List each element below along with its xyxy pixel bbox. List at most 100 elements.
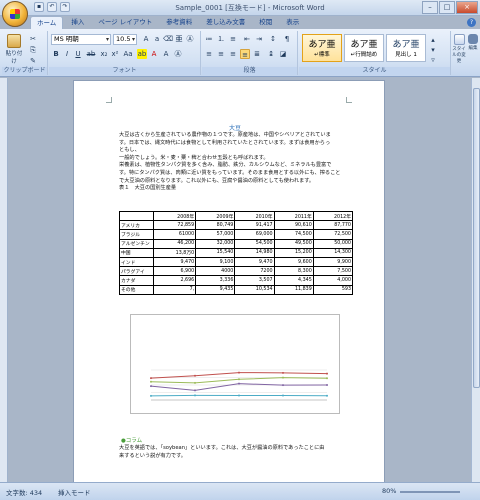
- style-normal[interactable]: あア亜 ↵標準: [302, 34, 342, 62]
- year-header: 2009年: [195, 210, 236, 222]
- tab-references[interactable]: 参考資料: [160, 16, 198, 29]
- char-border-icon[interactable]: Ⓐ: [173, 49, 183, 59]
- word-count[interactable]: 文字数: 434: [6, 487, 42, 497]
- clipboard-icon: [7, 34, 21, 48]
- maximize-icon[interactable]: □: [439, 1, 455, 14]
- char-shading-icon[interactable]: A: [161, 49, 171, 59]
- style-no-spacing-preview: あア亜: [350, 40, 378, 50]
- font-group-label: フォント: [49, 67, 200, 75]
- format-painter-icon[interactable]: ✎: [28, 56, 38, 66]
- tab-review[interactable]: 校閲: [253, 16, 278, 29]
- distribute-icon[interactable]: ≣: [252, 49, 262, 59]
- zoom-level[interactable]: 80%: [382, 487, 396, 495]
- tab-view[interactable]: 表示: [280, 16, 305, 29]
- font-name-combo[interactable]: MS 明朝: [51, 34, 111, 45]
- align-center-icon[interactable]: ≡: [216, 49, 226, 59]
- chart-point: [194, 374, 196, 377]
- show-marks-icon[interactable]: ¶: [282, 34, 292, 44]
- column-heading: ●コラム: [121, 438, 143, 444]
- save-icon[interactable]: ▪: [34, 2, 44, 12]
- tab-insert[interactable]: 挿入: [65, 16, 90, 29]
- change-case-icon[interactable]: Aa: [123, 49, 133, 59]
- year-header: 2012年: [312, 210, 354, 222]
- style-heading-1-name: 見出し 1: [395, 52, 417, 58]
- tab-home[interactable]: ホーム: [30, 16, 64, 29]
- redo-icon[interactable]: ↷: [60, 2, 70, 12]
- bold-icon[interactable]: B: [51, 49, 61, 59]
- production-table: 2008年 2009年 2010年 2011年 2012年 アメリカ 72,859…: [119, 210, 354, 295]
- zoom-slider[interactable]: [400, 491, 460, 493]
- tab-page-layout[interactable]: ページ レイアウト: [92, 16, 158, 29]
- minimize-icon[interactable]: –: [422, 1, 438, 14]
- table-cell: 46,200: [152, 238, 197, 249]
- table-cell: 593: [312, 284, 354, 295]
- highlight-icon[interactable]: ab: [137, 49, 147, 59]
- text-line: す。特にタンパク質は、肉類に近い質をもっています。そのまま食用とする以外にも、搾…: [119, 169, 341, 176]
- table-cell: 2,696: [152, 275, 197, 286]
- paragraph-group: ≔ ⒈ ≡ ⇤ ⇥ ↕ ¶ ≡ ≡ ≡ ≡ ≣ ↨ ◪ 段落: [202, 31, 298, 75]
- change-styles-button[interactable]: スタイルの変更: [452, 33, 466, 64]
- document-area: 大豆 大豆は古くから生産されている農作物の１つです。原産地は、中国やシベリアとさ…: [0, 78, 471, 482]
- style-normal-name: ↵標準: [314, 52, 330, 58]
- style-no-spacing[interactable]: あア亜 ↵行間詰め: [344, 34, 384, 62]
- table-cell: 3,507: [234, 275, 275, 286]
- font-size-combo[interactable]: 10.5: [113, 34, 137, 45]
- vertical-ruler: [0, 78, 8, 482]
- paste-button[interactable]: 貼り付け: [4, 33, 24, 65]
- style-heading-1[interactable]: あア亜 見出し 1: [386, 34, 426, 62]
- grow-font-icon[interactable]: A: [141, 34, 151, 44]
- styles-group: あア亜 ↵標準 あア亜 ↵行間詰め あア亜 見出し 1 ▴ ▾ ▿ スタイル: [299, 31, 451, 75]
- clear-format-icon[interactable]: ⌫: [163, 34, 173, 44]
- increase-indent-icon[interactable]: ⇥: [254, 34, 264, 44]
- line-spacing-icon[interactable]: ↨: [266, 49, 276, 59]
- superscript-icon[interactable]: x²: [110, 49, 120, 59]
- body-paragraph-1: 大豆は古くから生産されている農作物の１つです。原産地は、中国やシベリアとされてい…: [119, 132, 351, 193]
- subscript-icon[interactable]: x₂: [99, 49, 109, 59]
- enclosed-char-icon[interactable]: Ⓐ: [185, 34, 195, 44]
- chart-point: [326, 377, 328, 380]
- strikethrough-icon[interactable]: ab: [86, 49, 96, 59]
- table-cell: 15,540: [195, 247, 236, 258]
- table-cell: 4000: [195, 266, 236, 277]
- chart-point: [150, 394, 152, 397]
- chart-point: [238, 394, 240, 397]
- table-cell: 3,336: [195, 275, 236, 286]
- scrollbar-thumb[interactable]: [473, 88, 480, 388]
- table-cell: 9,435: [195, 284, 236, 295]
- close-icon[interactable]: ×: [456, 1, 478, 14]
- undo-icon[interactable]: ↶: [47, 2, 57, 12]
- chart-point: [194, 381, 196, 384]
- bullets-icon[interactable]: ≔: [204, 34, 214, 44]
- edit-button[interactable]: 編集: [466, 33, 480, 59]
- tab-mailings[interactable]: 差し込み文書: [200, 16, 251, 29]
- font-color-icon[interactable]: A: [149, 49, 159, 59]
- insert-mode[interactable]: 挿入モード: [58, 487, 91, 497]
- shrink-font-icon[interactable]: a: [152, 34, 162, 44]
- office-button[interactable]: [2, 1, 28, 27]
- table-cell: 9,600: [273, 256, 314, 268]
- chart-point: [150, 377, 152, 380]
- sort-icon[interactable]: ↕: [268, 34, 278, 44]
- italic-icon[interactable]: I: [62, 49, 72, 59]
- table-cell: 15,200: [273, 247, 314, 258]
- align-left-icon[interactable]: ≡: [204, 49, 214, 59]
- document-title: 大豆: [228, 125, 241, 132]
- shading-icon[interactable]: ◪: [278, 49, 288, 59]
- embedded-chart[interactable]: [130, 314, 340, 414]
- chart-point: [282, 376, 284, 379]
- styles-scroll-down-icon[interactable]: ▾: [428, 45, 438, 55]
- styles-more-icon[interactable]: ▿: [428, 55, 438, 65]
- justify-icon[interactable]: ≡: [240, 49, 250, 59]
- multilevel-list-icon[interactable]: ≡: [228, 34, 238, 44]
- phonetic-guide-icon[interactable]: 亜: [174, 34, 184, 44]
- align-right-icon[interactable]: ≡: [228, 49, 238, 59]
- numbering-icon[interactable]: ⒈: [216, 34, 226, 44]
- document-page[interactable]: 大豆 大豆は古くから生産されている農作物の１つです。原産地は、中国やシベリアとさ…: [73, 80, 385, 482]
- cut-icon[interactable]: ✂: [28, 34, 38, 44]
- decrease-indent-icon[interactable]: ⇤: [242, 34, 252, 44]
- styles-scroll-up-icon[interactable]: ▴: [428, 35, 438, 45]
- vertical-scrollbar[interactable]: [471, 78, 480, 482]
- copy-icon[interactable]: ⎘: [28, 45, 38, 55]
- help-icon[interactable]: ?: [467, 18, 476, 27]
- underline-icon[interactable]: U: [73, 49, 83, 59]
